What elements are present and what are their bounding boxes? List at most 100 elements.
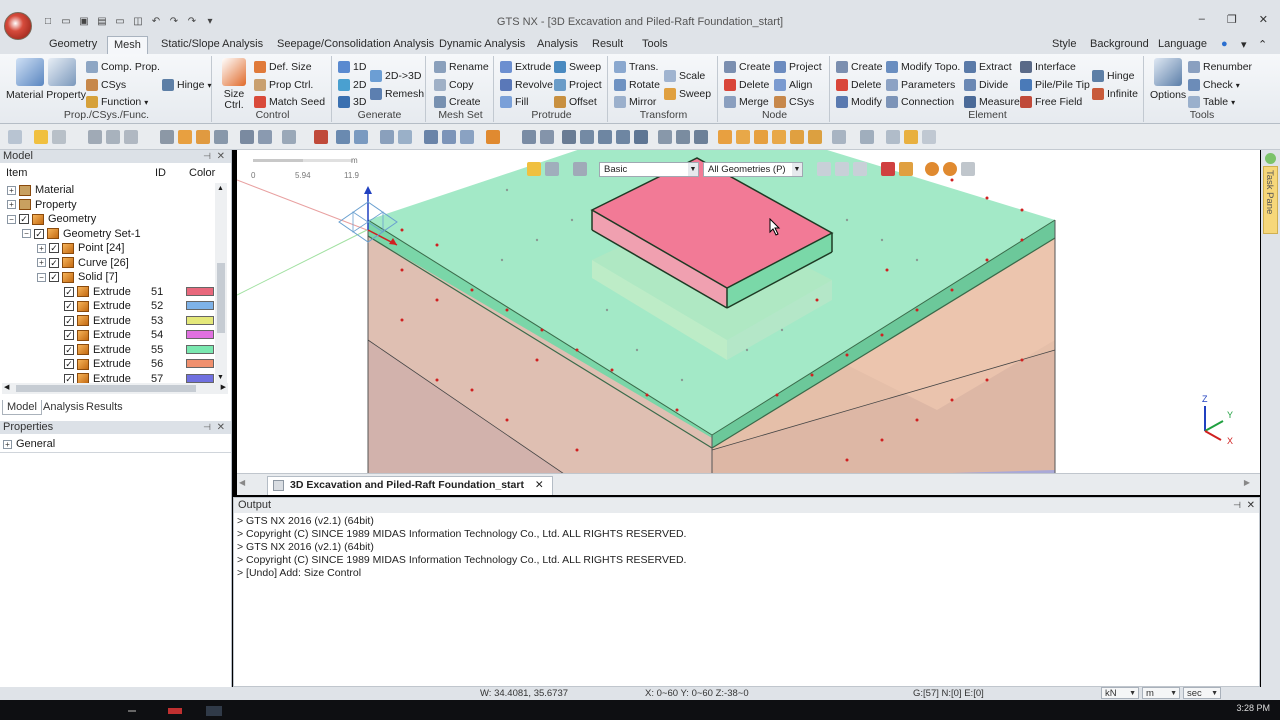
free-field-button[interactable]: Free Field <box>1020 94 1082 110</box>
column-item[interactable]: Item <box>6 167 27 179</box>
output-pin-icon[interactable]: ⊣ <box>1233 498 1241 513</box>
pick-face-icon[interactable] <box>124 130 138 144</box>
visibility-checkbox[interactable]: ✓ <box>64 373 74 384</box>
tree-row[interactable]: ✓ Extrude 51 <box>0 285 228 299</box>
visibility-checkbox[interactable]: ✓ <box>34 228 44 239</box>
tab-static-slope-analysis[interactable]: Static/Slope Analysis <box>155 36 269 54</box>
lock-icon[interactable] <box>34 130 48 144</box>
move-axis-icon[interactable] <box>258 130 272 144</box>
expand-icon[interactable]: + <box>7 185 16 195</box>
view-center-icon[interactable] <box>676 130 690 144</box>
material-property-button[interactable]: Material Property <box>6 58 86 101</box>
shade-edge-icon[interactable] <box>904 130 918 144</box>
pencil-icon[interactable] <box>486 130 500 144</box>
tree-horizontal-scrollbar[interactable]: ◀ ▶ <box>2 383 228 394</box>
select-mode-icon[interactable] <box>527 162 541 176</box>
document-tab[interactable]: 3D Excavation and Piled-Raft Foundation_… <box>267 476 553 495</box>
hinge-button[interactable]: Hinge ▾ <box>162 77 211 93</box>
expand-icon[interactable]: + <box>37 258 46 267</box>
ribbon-option-icon[interactable]: ▾ <box>1241 38 1247 51</box>
work-plane-icon[interactable] <box>214 130 228 144</box>
hide-icon[interactable] <box>460 130 474 144</box>
clip-icon[interactable] <box>398 130 412 144</box>
visibility-checkbox[interactable]: ✓ <box>49 257 59 268</box>
renumber-button[interactable]: Renumber <box>1188 59 1252 75</box>
section-icon[interactable] <box>380 130 394 144</box>
options-button[interactable]: Options <box>1150 58 1186 101</box>
pick-circle-icon[interactable] <box>925 162 939 176</box>
pan-icon[interactable] <box>634 130 648 144</box>
element-delete-button[interactable]: Delete <box>836 77 881 93</box>
language-menu[interactable]: Language <box>1158 38 1207 50</box>
shading-icon[interactable] <box>832 130 846 144</box>
expand-icon[interactable]: + <box>3 439 12 449</box>
app-logo-button[interactable] <box>4 12 32 40</box>
pick-line-icon[interactable] <box>835 162 849 176</box>
zoom-fit-icon[interactable] <box>562 130 576 144</box>
scroll-left-icon[interactable]: ◀ <box>4 383 9 391</box>
wireframe-icon[interactable] <box>860 130 874 144</box>
prop-ctrl-button[interactable]: Prop Ctrl. <box>254 77 313 93</box>
scroll-up-icon[interactable]: ▲ <box>217 185 224 192</box>
pin-icon[interactable]: ⊣ <box>203 150 211 163</box>
view-axis-icon[interactable] <box>694 130 708 144</box>
properties-close-icon[interactable]: ✕ <box>217 421 225 434</box>
properties-pin-icon[interactable]: ⊣ <box>203 421 211 434</box>
visibility-checkbox[interactable]: ✓ <box>49 272 59 282</box>
tree-row[interactable]: ✓ Extrude 55 <box>0 343 228 357</box>
match-seed-button[interactable]: Match Seed <box>254 94 325 110</box>
node-create-button[interactable]: Create <box>724 59 771 75</box>
taskbar-active-app-icon[interactable] <box>206 706 222 716</box>
tree-row[interactable]: ✓ Extrude 52 <box>0 299 228 313</box>
maximize-button[interactable]: ❐ <box>1227 13 1237 26</box>
tree-vertical-scrollbar[interactable]: ▲ ▼ <box>215 183 227 383</box>
hscroll-thumb[interactable] <box>16 385 196 392</box>
pick-window-icon[interactable] <box>899 162 913 176</box>
csys-button[interactable]: CSys <box>86 77 126 93</box>
expand-icon[interactable]: + <box>37 243 46 253</box>
tab-geometry[interactable]: Geometry <box>43 36 103 54</box>
flag-icon[interactable] <box>961 162 975 176</box>
grid-icon[interactable] <box>160 130 174 144</box>
visibility-checkbox[interactable]: ✓ <box>64 330 74 340</box>
element-create-button[interactable]: Create <box>836 59 883 75</box>
color-swatch[interactable] <box>186 315 214 325</box>
visibility-checkbox[interactable]: ✓ <box>64 344 74 355</box>
zoom-window-icon[interactable] <box>540 130 554 144</box>
tree-row[interactable]: − ✓ Geometry Set-1 <box>0 227 228 241</box>
tab-seepage-consolidation-analysis[interactable]: Seepage/Consolidation Analysis <box>271 36 440 54</box>
color-swatch[interactable] <box>186 330 214 339</box>
check-button[interactable]: Check ▾ <box>1188 77 1240 93</box>
protrude-project-button[interactable]: Project <box>554 77 602 93</box>
parameters-button[interactable]: Parameters <box>886 77 955 93</box>
node-align-button[interactable]: Align <box>774 77 812 93</box>
measure-button[interactable]: Measure <box>964 94 1020 110</box>
pointer-icon[interactable] <box>573 162 587 176</box>
minimize-button[interactable]: – <box>1199 13 1205 26</box>
divide-button[interactable]: Divide <box>964 77 1008 93</box>
tab-scroll-right-icon[interactable]: ▶ <box>1244 478 1250 487</box>
view-front-icon[interactable] <box>736 130 750 144</box>
size-ctrl-button[interactable]: Size Ctrl. <box>220 58 248 111</box>
infinite-button[interactable]: Infinite <box>1092 86 1138 102</box>
extract-button[interactable]: Extract <box>964 59 1012 75</box>
view-frame-icon[interactable] <box>658 130 672 144</box>
remesh-button[interactable]: Remesh <box>370 86 424 102</box>
view-back-icon[interactable] <box>808 130 822 144</box>
mesh-set-create-button[interactable]: Create <box>434 94 481 110</box>
scroll-right-icon[interactable]: ▶ <box>221 383 226 391</box>
model-canvas[interactable] <box>237 150 1260 473</box>
pick-sphere-icon[interactable] <box>943 162 957 176</box>
length-unit-select[interactable]: m ▼ <box>1142 687 1180 699</box>
close-icon[interactable]: ✕ <box>217 150 225 163</box>
display-mode-select[interactable]: Basic ▼ <box>599 161 699 177</box>
interface-button[interactable]: Interface <box>1020 59 1076 75</box>
tab-analysis[interactable]: Analysis <box>531 36 584 54</box>
render-icon[interactable] <box>314 130 328 144</box>
task-pane-strip[interactable]: Task Pane <box>1261 150 1280 687</box>
table-button[interactable]: Table ▾ <box>1188 94 1235 110</box>
connection-button[interactable]: Connection <box>886 94 954 110</box>
pile-tip-button[interactable]: Pile/Pile Tip <box>1020 77 1090 93</box>
snap-point-icon[interactable] <box>282 130 296 144</box>
rotate-view-ccw-icon[interactable] <box>616 130 630 144</box>
